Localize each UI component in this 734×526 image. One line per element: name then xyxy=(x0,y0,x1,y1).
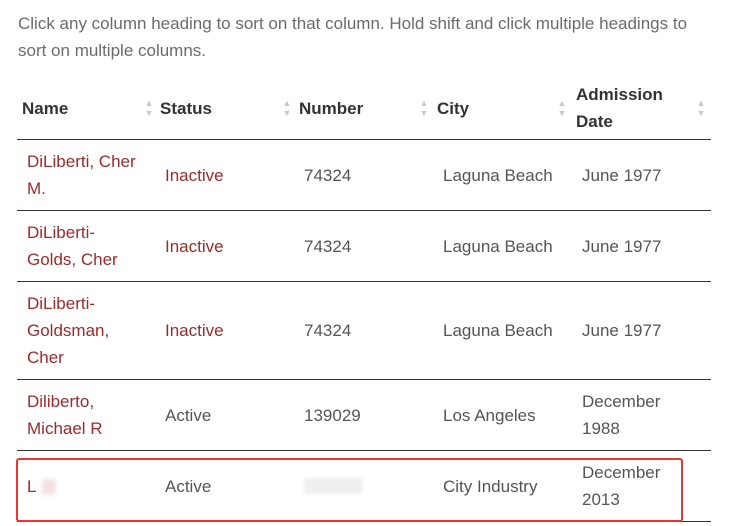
column-header-name[interactable]: Name ▲ ▼ xyxy=(22,76,154,140)
sort-instructions: Click any column heading to sort on that… xyxy=(18,14,688,60)
admission-date-cell: June 1977 xyxy=(582,236,662,256)
attorney-name-link[interactable]: Diliberto, Michael R xyxy=(27,380,157,450)
table-row: Diliberto, Michael R Active 139029 Los An… xyxy=(17,380,711,451)
column-header-status-label: Status xyxy=(160,98,212,118)
number-cell: 139029 xyxy=(304,405,361,425)
status-cell: Inactive xyxy=(165,321,224,340)
status-cell: Inactive xyxy=(165,165,224,185)
table-header: Name ▲ ▼ Status ▲ ▼ Number ▲ ▼ City ▲ ▼ Admi… xyxy=(17,76,711,140)
column-header-name-label: Name xyxy=(22,98,69,118)
sort-arrows-icon[interactable]: ▲ ▼ xyxy=(419,98,429,118)
column-header-admission-date[interactable]: Admission Date ▲ ▼ xyxy=(576,76,711,140)
highlight-box xyxy=(16,458,683,522)
table-row: DiLiberti, Cher M. Inactive 74324 Laguna … xyxy=(17,140,711,211)
city-cell: Los Angeles xyxy=(443,405,536,425)
attorney-name-link[interactable]: DiLiberti, Cher M. xyxy=(27,140,157,210)
attorney-name-link[interactable]: DiLiberti- Golds, Cher xyxy=(27,211,157,281)
table-row: DiLiberti- Goldsman, Cher Inactive 74324 L… xyxy=(17,282,711,380)
sort-arrows-icon[interactable]: ▲ ▼ xyxy=(282,98,292,118)
column-header-status[interactable]: Status ▲ ▼ xyxy=(160,76,292,140)
column-header-city-label: City xyxy=(437,98,470,118)
column-header-admission-date-label: Admission Date xyxy=(576,85,663,131)
table-row: DiLiberti- Golds, Cher Inactive 74324 Lag… xyxy=(17,211,711,282)
admission-date-cell: December 1988 xyxy=(582,392,661,438)
number-cell: 74324 xyxy=(304,236,352,256)
column-header-number[interactable]: Number ▲ ▼ xyxy=(299,76,429,140)
status-cell: Active xyxy=(165,405,212,425)
sort-arrows-icon[interactable]: ▲ ▼ xyxy=(557,98,567,118)
attorney-name-link[interactable]: DiLiberti- Goldsman, Cher xyxy=(27,282,157,379)
column-header-number-label: Number xyxy=(299,98,364,118)
sort-arrows-icon[interactable]: ▲ ▼ xyxy=(144,98,154,118)
city-cell: Laguna Beach xyxy=(443,236,553,256)
status-cell: Inactive xyxy=(165,236,224,256)
number-cell: 74324 xyxy=(304,321,352,340)
admission-date-cell: June 1977 xyxy=(582,165,662,185)
attorney-table: Name ▲ ▼ Status ▲ ▼ Number ▲ ▼ City ▲ ▼ Admi… xyxy=(17,76,711,522)
number-cell: 74324 xyxy=(304,165,352,185)
city-cell: Laguna Beach xyxy=(443,165,553,185)
column-header-city[interactable]: City ▲ ▼ xyxy=(437,76,567,140)
admission-date-cell: June 1977 xyxy=(582,321,662,340)
city-cell: Laguna Beach xyxy=(443,321,553,340)
sort-arrows-icon[interactable]: ▲ ▼ xyxy=(696,98,706,118)
